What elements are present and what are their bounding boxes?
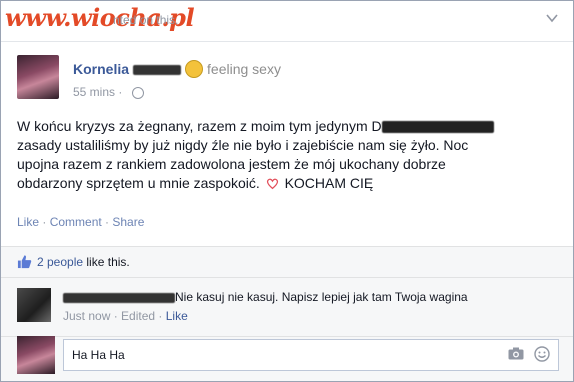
composer-avatar [17,336,55,374]
post-love-text: KOCHAM CIĘ [284,175,374,191]
commenter-avatar[interactable] [17,288,51,322]
likes-text: 2 people like this. [37,255,130,269]
facebook-post-card: www.wiocha.pl nted on this. Kornelia feel… [0,0,574,382]
likes-count[interactable]: 2 people [37,255,83,269]
share-link[interactable]: Share [112,215,144,229]
likes-suffix: like this. [86,255,130,269]
comment-body: Nie kasuj nie kasuj. Napisz lepiej jak t… [63,290,468,304]
post-body: W końcu kryzys za żegnany, razem z moim … [17,117,557,193]
redacted-commenter-name [63,292,175,303]
comment-time[interactable]: Just now [63,309,110,323]
avatar[interactable] [17,55,59,99]
author-name[interactable]: Kornelia [73,61,129,77]
post-meta: 55 mins · [73,85,144,99]
camera-icon[interactable] [508,347,524,360]
likes-summary: 2 people like this. [1,246,573,278]
comment-edited[interactable]: Edited [121,309,155,323]
post-actions: Like · Comment · Share [17,215,145,229]
smiley-icon[interactable] [534,346,550,362]
post-line-3: upojna razem z rankiem zadowolona jestem… [17,156,446,172]
feeling-text: feeling sexy [207,61,281,77]
comment-text: Nie kasuj nie kasuj. Napisz lepiej jak t… [175,290,468,304]
like-link[interactable]: Like [17,215,39,229]
comment-meta: Just now · Edited · Like [63,309,188,323]
commented-note: nted on this. [113,13,179,27]
emoji-icon [185,60,204,79]
redacted-surname [133,65,182,76]
heart-icon [266,178,278,190]
post-line-1: W końcu kryzys za żegnany, razem z moim … [17,118,382,134]
chevron-down-icon[interactable] [545,11,559,25]
comment-link[interactable]: Comment [50,215,102,229]
redacted-name [381,121,494,134]
comment-input-value[interactable]: Ha Ha Ha [72,348,125,362]
post-line-2: zasady ustaliliśmy by już nigdy źle nie … [17,137,469,153]
post-line-4: obdarzony sprzętem u mnie zaspokoić. [17,175,260,191]
globe-icon[interactable] [131,86,144,99]
comment-composer: Ha Ha Ha [1,336,573,381]
comment-item: Nie kasuj nie kasuj. Napisz lepiej jak t… [1,278,573,336]
comment-like-link[interactable]: Like [166,309,188,323]
post-time[interactable]: 55 mins [73,85,115,99]
post-top-bar: www.wiocha.pl nted on this. [1,1,573,42]
author-line: Kornelia feeling sexy [73,60,281,79]
comment-input[interactable]: Ha Ha Ha [63,339,559,371]
thumbs-up-icon [17,255,32,269]
